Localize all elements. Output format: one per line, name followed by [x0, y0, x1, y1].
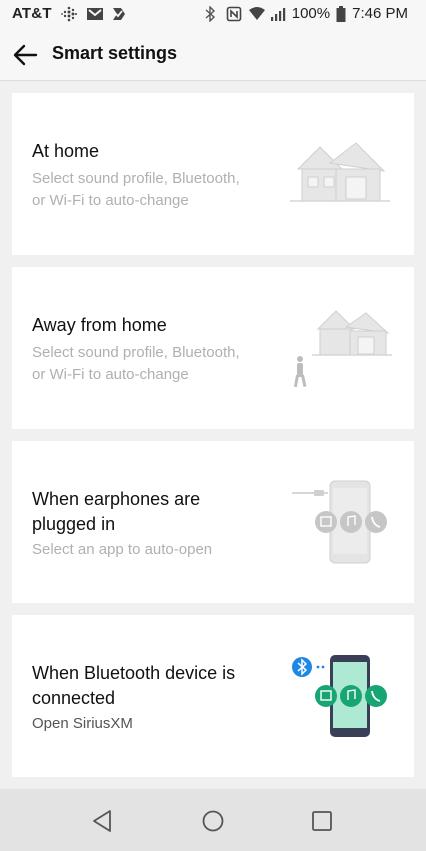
card-earphones[interactable]: When earphones are plugged in Select an …: [12, 441, 414, 603]
card-title: When earphones are: [32, 489, 201, 509]
nav-back-button[interactable]: [88, 806, 118, 836]
back-button[interactable]: [12, 42, 40, 68]
card-title: At home: [32, 141, 100, 161]
card-subtitle: Select sound profile, Bluetooth,: [32, 344, 240, 361]
phone-earphones-icon: [292, 480, 387, 564]
card-subtitle: or Wi-Fi to auto-change: [32, 366, 189, 383]
status-bar: AT&T 100% 7:46 PM: [0, 0, 426, 30]
bluetooth-icon: [204, 4, 220, 23]
navigation-bar: [0, 789, 426, 851]
card-bluetooth[interactable]: When Bluetooth device is connected Open …: [12, 615, 414, 777]
gmail-icon: [86, 6, 103, 22]
app-bar: Smart settings: [0, 30, 426, 81]
battery-percent: 100%: [291, 5, 331, 22]
nfc-icon: [226, 6, 242, 22]
clock: 7:46 PM: [352, 5, 408, 22]
walking-away-from-house-icon: [293, 310, 392, 388]
card-at-home[interactable]: At home Select sound profile, Bluetooth,…: [12, 93, 414, 255]
tasks-icon: [111, 6, 127, 22]
page-title: Smart settings: [52, 43, 178, 63]
card-title: plugged in: [32, 514, 116, 534]
recents-square-icon: [312, 811, 332, 831]
home-circle-icon: [202, 810, 224, 832]
card-subtitle: Select sound profile, Bluetooth,: [32, 170, 240, 187]
nav-home-button[interactable]: [198, 806, 228, 836]
card-away-from-home[interactable]: Away from home Select sound profile, Blu…: [12, 267, 414, 429]
signal-icon: [270, 6, 286, 22]
card-title: connected: [32, 688, 116, 708]
card-subtitle: Open SiriusXM: [32, 715, 133, 732]
card-subtitle: Select an app to auto-open: [32, 541, 213, 558]
house-icon: [290, 142, 390, 202]
nav-recents-button[interactable]: [307, 806, 337, 836]
carrier-label: AT&T: [12, 5, 52, 22]
back-triangle-icon: [93, 810, 111, 832]
battery-icon: [336, 5, 346, 22]
arrow-left-icon: [13, 44, 38, 66]
card-subtitle: or Wi-Fi to auto-change: [32, 192, 189, 209]
card-title: Away from home: [32, 315, 167, 335]
fitbit-icon: [60, 6, 77, 22]
card-title: When Bluetooth device is: [32, 663, 236, 683]
wifi-icon: [248, 6, 265, 22]
phone-bluetooth-icon: [292, 655, 387, 737]
